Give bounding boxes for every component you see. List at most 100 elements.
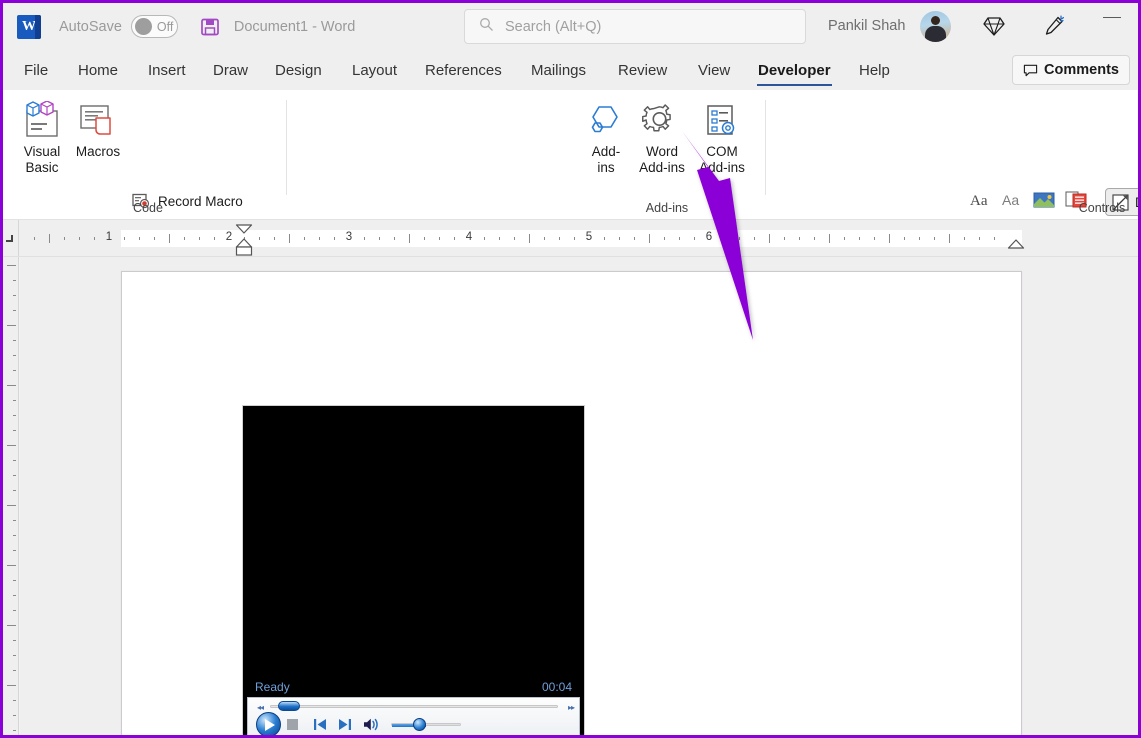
vertical-ruler-tick xyxy=(13,550,16,551)
visual-basic-icon xyxy=(21,98,63,144)
title-bar: W AutoSave Off Document1 - Word Search (… xyxy=(3,3,1138,50)
ruler-tick xyxy=(514,237,515,240)
comments-button-label: Comments xyxy=(1044,62,1119,78)
ruler-tick xyxy=(829,234,830,243)
media-player-controls: ◂◂ ▸▸ xyxy=(247,697,580,736)
vertical-ruler-tick xyxy=(13,610,16,611)
ruler-tick xyxy=(934,237,935,240)
ruler-tick xyxy=(559,237,560,240)
vertical-ruler-tick xyxy=(13,730,16,731)
next-track-icon[interactable] xyxy=(338,718,352,731)
pen-highlight-icon[interactable] xyxy=(1041,13,1067,39)
ruler-corner-tab-selector[interactable] xyxy=(3,220,19,256)
save-disk-icon[interactable] xyxy=(200,17,220,37)
macros-button[interactable]: Macros xyxy=(67,98,129,160)
avatar[interactable] xyxy=(920,11,951,42)
horizontal-ruler[interactable]: 123456 xyxy=(20,224,1138,251)
play-button-icon[interactable] xyxy=(256,712,281,737)
ruler-tick xyxy=(664,237,665,240)
visual-basic-label-line2: Basic xyxy=(25,160,58,176)
vertical-ruler-tick xyxy=(13,310,16,311)
tab-draw[interactable]: Draw xyxy=(206,50,255,90)
vertical-ruler-tick xyxy=(13,670,16,671)
document-canvas[interactable]: Ready 00:04 ◂◂ ▸▸ xyxy=(20,257,1138,738)
ruler-tick xyxy=(814,237,815,240)
ruler-tick xyxy=(79,237,80,240)
vertical-ruler-tick xyxy=(13,400,16,401)
ruler-number: 3 xyxy=(346,231,352,243)
tab-references[interactable]: References xyxy=(418,50,509,90)
vertical-ruler-tick xyxy=(13,475,16,476)
comment-bubble-icon xyxy=(1023,63,1038,78)
tab-insert[interactable]: Insert xyxy=(141,50,193,90)
ruler-tick xyxy=(289,234,290,243)
tab-review[interactable]: Review xyxy=(611,50,674,90)
ruler-tick xyxy=(214,237,215,240)
right-indent-marker[interactable] xyxy=(1005,238,1027,254)
media-player-seek-track[interactable] xyxy=(270,705,558,708)
ruler-tick xyxy=(34,237,35,240)
volume-icon[interactable] xyxy=(363,717,381,732)
ribbon-group-protect: Block Authors ▾ Restrict Editing xyxy=(886,90,1028,220)
ruler-number: 4 xyxy=(466,231,472,243)
volume-slider-thumb[interactable] xyxy=(413,718,426,731)
minimize-icon[interactable] xyxy=(1103,17,1121,18)
tab-developer[interactable]: Developer xyxy=(751,50,838,90)
ruler-tick xyxy=(274,237,275,240)
ribbon-group-code: Visual Basic Macros xyxy=(3,90,286,220)
autosave-toggle[interactable]: Off xyxy=(131,15,178,38)
ribbon-group-templates: W Document Template Templates xyxy=(1029,90,1129,220)
ruler-tick xyxy=(754,237,755,240)
ruler-tick xyxy=(94,237,95,240)
media-player-seek-thumb[interactable] xyxy=(278,701,300,711)
ribbon: Visual Basic Macros xyxy=(3,90,1138,220)
document-page[interactable]: Ready 00:04 ◂◂ ▸▸ xyxy=(121,271,1022,738)
tab-file[interactable]: File xyxy=(17,50,55,90)
ruler-tick xyxy=(919,237,920,240)
previous-track-icon[interactable] xyxy=(313,718,327,731)
vertical-ruler-tick xyxy=(13,280,16,281)
tab-help[interactable]: Help xyxy=(852,50,897,90)
tab-layout[interactable]: Layout xyxy=(345,50,404,90)
vertical-ruler-tick xyxy=(7,445,16,446)
diamond-icon[interactable] xyxy=(981,13,1007,39)
vertical-ruler-tick xyxy=(7,265,16,266)
media-player-time: 00:04 xyxy=(542,678,572,697)
search-input[interactable]: Search (Alt+Q) xyxy=(464,9,806,44)
ruler-tick xyxy=(454,237,455,240)
ruler-tick xyxy=(499,237,500,240)
vertical-ruler-tick xyxy=(7,385,16,386)
ruler-tick xyxy=(949,234,950,243)
ribbon-group-add-ins: Add- ins Word Add-ins xyxy=(287,90,481,220)
tab-view[interactable]: View xyxy=(691,50,737,90)
ruler-tick xyxy=(874,237,875,240)
vertical-ruler-tick xyxy=(13,415,16,416)
media-player-video-area[interactable] xyxy=(243,406,584,678)
volume-slider-track[interactable] xyxy=(391,723,461,726)
stop-button-icon[interactable] xyxy=(287,719,298,730)
ruler-tick xyxy=(379,237,380,240)
tab-mailings[interactable]: Mailings xyxy=(524,50,593,90)
visual-basic-button[interactable]: Visual Basic xyxy=(11,98,73,176)
ribbon-tab-strip: File Home Insert Draw Design Layout Refe… xyxy=(3,50,1138,90)
tab-home[interactable]: Home xyxy=(71,50,125,90)
vertical-ruler-tick xyxy=(13,295,16,296)
media-player-control[interactable]: Ready 00:04 ◂◂ ▸▸ xyxy=(242,405,585,738)
rewind-icon[interactable]: ◂◂ xyxy=(257,703,263,712)
vertical-ruler-tick xyxy=(13,460,16,461)
ruler-tick xyxy=(739,237,740,240)
ruler-tick xyxy=(994,237,995,240)
ruler-tick xyxy=(604,237,605,240)
comments-button[interactable]: Comments xyxy=(1012,55,1130,85)
ruler-tick xyxy=(544,237,545,240)
vertical-ruler-tick xyxy=(13,340,16,341)
vertical-ruler-tick xyxy=(13,580,16,581)
media-player-seek-row[interactable]: ◂◂ ▸▸ xyxy=(248,700,581,712)
ruler-tick xyxy=(694,237,695,240)
vertical-ruler-tick xyxy=(7,685,16,686)
fast-forward-icon[interactable]: ▸▸ xyxy=(568,703,574,712)
ruler-text-area xyxy=(121,230,1022,247)
tab-design[interactable]: Design xyxy=(268,50,329,90)
vertical-ruler[interactable] xyxy=(3,257,19,738)
media-player-status-row: Ready 00:04 xyxy=(243,678,584,697)
